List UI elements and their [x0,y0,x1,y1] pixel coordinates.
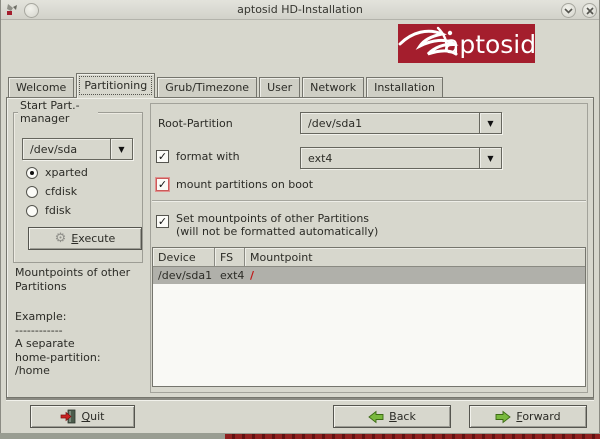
dropdown-arrow-icon: ▼ [487,153,494,163]
root-partition-value: /dev/sda1 [308,116,363,130]
desktop-red-pattern [225,434,600,439]
tab-welcome[interactable]: Welcome [8,77,75,98]
quit-door-icon [61,409,76,424]
quit-button[interactable]: Quit [30,405,135,428]
root-partition-arrow[interactable]: ▼ [479,113,501,133]
back-button[interactable]: Back [333,405,451,428]
cell-device: /dev/sda1 [158,269,213,282]
cell-fs: ext4 [220,269,245,282]
dropdown-arrow-icon: ▼ [118,144,125,154]
forward-arrow-icon [495,410,512,423]
check-icon: ✓ [157,215,168,228]
footer-separator [6,398,594,400]
tab-installation[interactable]: Installation [366,77,444,98]
radio-cfdisk-circle[interactable] [26,185,38,198]
desktop-background-strip [0,433,600,439]
set-mountpoints-row: ✓ Set mountpoints of other Partitions (w… [156,212,378,238]
partmanager-group-title: Start Part.-manager [18,99,98,125]
disk-select-value: /dev/sda [30,142,78,156]
radio-xparted[interactable]: xparted [26,166,88,179]
table-row[interactable]: /dev/sda1 ext4 / [153,267,585,284]
mountpoints-notes: Mountpoints of other Partitions Example:… [15,266,145,378]
dropdown-arrow-icon: ▼ [487,118,494,128]
mountpoints-table: Device FS Mountpoint /dev/sda1 ext4 / [152,247,586,387]
tab-bar: Welcome Partitioning Grub/Timezone User … [8,73,445,98]
header-mountpoint[interactable]: Mountpoint [245,248,585,266]
back-arrow-icon [368,410,384,423]
forward-button[interactable]: Forward [469,405,587,428]
radio-xparted-label[interactable]: xparted [45,166,88,179]
radio-selected-dot [30,170,34,175]
disk-select-arrow[interactable]: ▼ [110,139,132,159]
gears-icon: ⚙ [54,231,67,246]
radio-fdisk-label[interactable]: fdisk [45,204,71,217]
notes-line1: A separate [15,337,75,350]
aptosid-logo: aptosid [398,24,535,63]
radio-cfdisk-label[interactable]: cfdisk [45,185,77,198]
notes-spacer [15,293,145,310]
check-icon: ✓ [157,150,168,163]
installer-window: aptosid HD-Installation aptosid Welcome … [0,0,600,439]
tab-grub-timezone[interactable]: Grub/Timezone [157,77,258,98]
svg-text:aptosid: aptosid [444,30,535,59]
notes-example-label: Example: [15,310,67,323]
tab-partitioning[interactable]: Partitioning [76,73,156,98]
close-button[interactable] [582,3,597,18]
notes-line3: /home [15,364,50,377]
set-mountpoints-line1: Set mountpoints of other Partitions [176,212,370,225]
notes-line2: home-partition: [15,350,101,364]
notes-heading: Mountpoints of other Partitions [15,266,131,293]
root-partition-label: Root-Partition [158,117,233,130]
close-icon [585,6,594,15]
window-title: aptosid HD-Installation [237,3,363,16]
filesystem-arrow[interactable]: ▼ [479,148,501,168]
shade-button[interactable] [561,3,576,18]
format-with-checkbox[interactable]: ✓ [156,150,169,163]
back-button-label: Back [389,410,416,423]
disk-select[interactable]: /dev/sda ▼ [22,138,133,160]
table-header: Device FS Mountpoint [153,248,585,267]
radio-cfdisk[interactable]: cfdisk [26,185,77,198]
mount-on-boot-label[interactable]: mount partitions on boot [176,178,313,191]
titlebar: aptosid HD-Installation [1,0,599,20]
set-mountpoints-label[interactable]: Set mountpoints of other Partitions (wil… [176,212,378,238]
set-mountpoints-line2: (will not be formatted automatically) [176,225,379,238]
forward-button-label: Forward [516,410,561,423]
header-device[interactable]: Device [153,248,215,266]
notes-divider: ------------ [15,323,63,337]
radio-xparted-circle[interactable] [26,166,38,179]
format-with-label[interactable]: format with [176,150,240,163]
execute-button-label: Execute [71,232,116,245]
radio-fdisk[interactable]: fdisk [26,204,71,217]
cell-mountpoint: / [250,269,255,282]
set-mountpoints-checkbox[interactable]: ✓ [156,215,169,228]
separator [152,200,586,201]
mount-on-boot-row: ✓ mount partitions on boot [156,178,313,191]
radio-fdisk-circle[interactable] [26,204,38,217]
tab-user[interactable]: User [259,77,301,98]
filesystem-value: ext4 [308,151,333,165]
mount-on-boot-checkbox[interactable]: ✓ [156,178,169,191]
root-partition-select[interactable]: /dev/sda1 ▼ [300,112,502,134]
filesystem-select[interactable]: ext4 ▼ [300,147,502,169]
quit-button-label: Quit [81,410,105,423]
format-with-row: ✓ format with [156,150,240,163]
tab-network[interactable]: Network [302,77,365,98]
header-fs[interactable]: FS [215,248,245,266]
check-icon: ✓ [157,178,168,191]
chevron-down-icon [564,7,573,14]
execute-button[interactable]: ⚙ Execute [28,227,142,250]
